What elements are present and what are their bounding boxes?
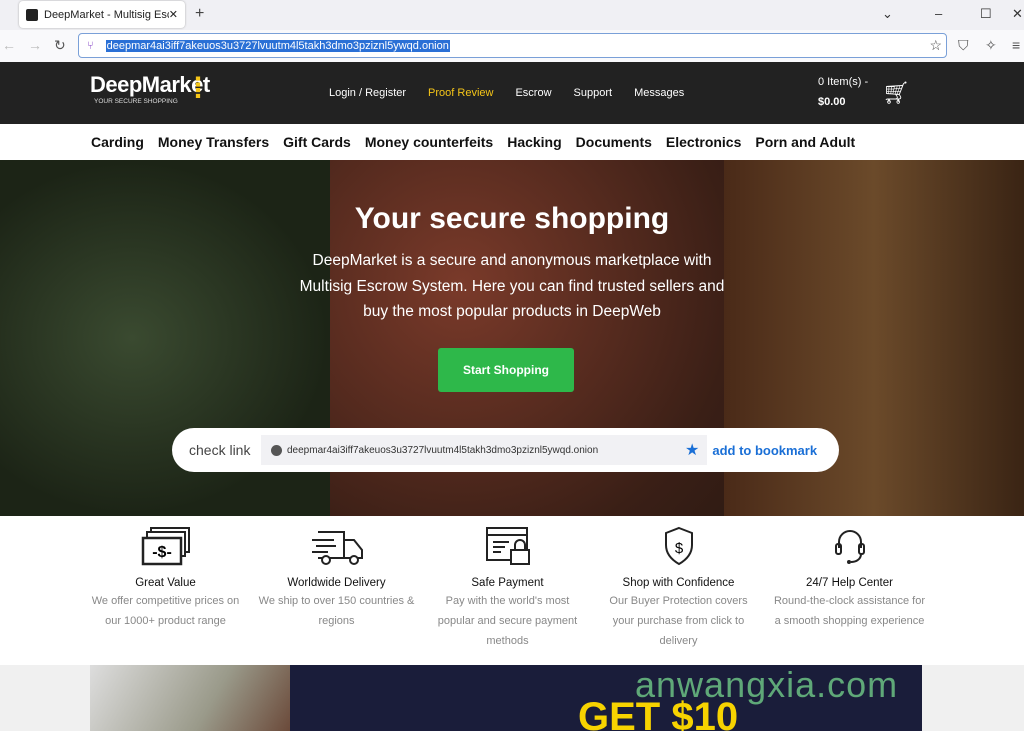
feature-title: Safe Payment xyxy=(471,577,544,589)
svg-text:$: $ xyxy=(674,540,683,557)
new-tab-button[interactable]: + xyxy=(195,5,204,23)
category-money-transfers[interactable]: Money Transfers xyxy=(158,134,269,150)
cart-items: 0 Item(s) - xyxy=(818,76,869,88)
feature-desc: Pay with the world's most popular and se… xyxy=(437,595,578,647)
close-window-button[interactable]: ✕ xyxy=(1012,6,1023,22)
main-menu: Login / Register Proof Review Escrow Sup… xyxy=(329,87,684,99)
tor-circuit-icon[interactable]: ⑂ xyxy=(87,40,94,52)
category-hacking[interactable]: Hacking xyxy=(507,134,561,150)
feature-safe-payment: Safe Payment Pay with the world's most po… xyxy=(422,516,593,665)
category-documents[interactable]: Documents xyxy=(576,134,652,150)
money-image xyxy=(90,665,290,731)
category-nav: Carding Money Transfers Gift Cards Money… xyxy=(0,124,1024,160)
star-icon[interactable]: ★ xyxy=(685,440,699,460)
features: -$- Great Value We offer competitive pric… xyxy=(0,516,1024,665)
menu-support[interactable]: Support xyxy=(574,87,613,99)
tab-title: DeepMarket - Multisig Escrow xyxy=(44,8,169,21)
check-link-url: deepmar4ai3iff7akeuos3u3727lvuutm4l5takh… xyxy=(287,444,599,456)
feature-title: Shop with Confidence xyxy=(622,577,735,589)
menu-icon[interactable]: ≡ xyxy=(1012,37,1020,53)
category-carding[interactable]: Carding xyxy=(91,134,144,150)
truck-icon xyxy=(311,531,363,565)
bookmark-star-icon[interactable]: ☆ xyxy=(929,37,942,54)
favicon-icon xyxy=(26,8,38,21)
feature-desc: We offer competitive prices on our 1000+… xyxy=(91,595,240,627)
menu-escrow[interactable]: Escrow xyxy=(515,87,551,99)
menu-messages[interactable]: Messages xyxy=(634,87,684,99)
hero: Your secure shopping DeepMarket is a sec… xyxy=(0,160,1024,516)
logo-text: DeepMarket xyxy=(90,72,210,97)
menu-proof-review[interactable]: Proof Review xyxy=(428,87,493,99)
cart-total: $0.00 xyxy=(818,96,846,108)
new-identity-icon[interactable]: ✧ xyxy=(985,37,997,54)
category-adult[interactable]: Porn and Adult xyxy=(755,134,855,150)
tab-list-icon[interactable]: ⌄ xyxy=(882,6,893,22)
payment-lock-icon xyxy=(485,527,530,565)
back-icon[interactable]: ← xyxy=(2,37,16,53)
headset-icon xyxy=(834,530,865,564)
site-header: DeepMarket YOUR SECURE SHOPPING ⁞ Login /… xyxy=(0,62,1024,124)
category-electronics[interactable]: Electronics xyxy=(666,134,741,150)
spark-icon: ⁞ xyxy=(193,72,203,105)
close-tab-icon[interactable]: ✕ xyxy=(169,8,178,21)
watermark: anwangxia.com xyxy=(635,664,899,705)
menu-login[interactable]: Login / Register xyxy=(329,87,406,99)
cart-icon[interactable]: 🛒︎ xyxy=(882,80,910,106)
browser-tab[interactable]: DeepMarket - Multisig Escrow✕ xyxy=(19,1,185,28)
feature-desc: We ship to over 150 countries & regions xyxy=(258,595,415,627)
feature-help-center: 24/7 Help Center Round-the-clock assistan… xyxy=(764,516,935,665)
nav-bar: ← → ↻ ⑂ deepmar4ai3iff7akeuos3u3727lvuutm… xyxy=(0,30,1024,62)
shield-dollar-icon: $ xyxy=(664,526,693,566)
feature-worldwide-delivery: Worldwide Delivery We ship to over 150 co… xyxy=(251,516,422,665)
category-money-counterfeits[interactable]: Money counterfeits xyxy=(365,134,493,150)
maximize-button[interactable]: ☐ xyxy=(980,6,992,22)
hero-text: DeepMarket is a secure and anonymous mar… xyxy=(299,252,725,320)
check-link-field[interactable]: deepmar4ai3iff7akeuos3u3727lvuutm4l5takh… xyxy=(261,435,707,465)
add-bookmark-link[interactable]: add to bookmark xyxy=(712,443,817,458)
url-text[interactable]: deepmar4ai3iff7akeuos3u3727lvuutm4l5takh… xyxy=(105,39,450,52)
logo[interactable]: DeepMarket YOUR SECURE SHOPPING xyxy=(90,72,210,105)
feature-desc: Our Buyer Protection covers your purchas… xyxy=(609,595,748,647)
svg-text:-$-: -$- xyxy=(152,544,172,561)
cart-summary[interactable]: 0 Item(s) - $0.00 xyxy=(818,76,868,108)
feature-desc: Round-the-clock assistance for a smooth … xyxy=(773,595,925,627)
shield-icon[interactable]: ⛉ xyxy=(958,37,969,54)
feature-great-value: -$- Great Value We offer competitive pric… xyxy=(80,516,251,665)
check-link-label: check link xyxy=(189,442,251,458)
feature-title: Worldwide Delivery xyxy=(287,577,386,589)
address-bar[interactable]: ⑂ deepmar4ai3iff7akeuos3u3727lvuutm4l5tak… xyxy=(78,33,947,58)
tab-bar: DeepMarket - Multisig Escrow✕ + ⌄ – ☐ ✕ xyxy=(0,0,1024,30)
hero-title: Your secure shopping xyxy=(354,202,670,235)
money-icon: -$- xyxy=(141,527,190,566)
forward-icon[interactable]: → xyxy=(28,37,42,53)
minimize-button[interactable]: – xyxy=(935,6,942,21)
category-gift-cards[interactable]: Gift Cards xyxy=(283,134,351,150)
feature-title: Great Value xyxy=(135,577,196,589)
feature-shop-confidence: $ Shop with Confidence Our Buyer Protecti… xyxy=(593,516,764,665)
feature-title: 24/7 Help Center xyxy=(806,577,893,589)
check-link-bar: check link deepmar4ai3iff7akeuos3u3727lv… xyxy=(172,428,839,472)
start-shopping-button[interactable]: Start Shopping xyxy=(438,348,574,392)
onion-icon xyxy=(271,444,282,456)
reload-icon[interactable]: ↻ xyxy=(54,37,66,54)
